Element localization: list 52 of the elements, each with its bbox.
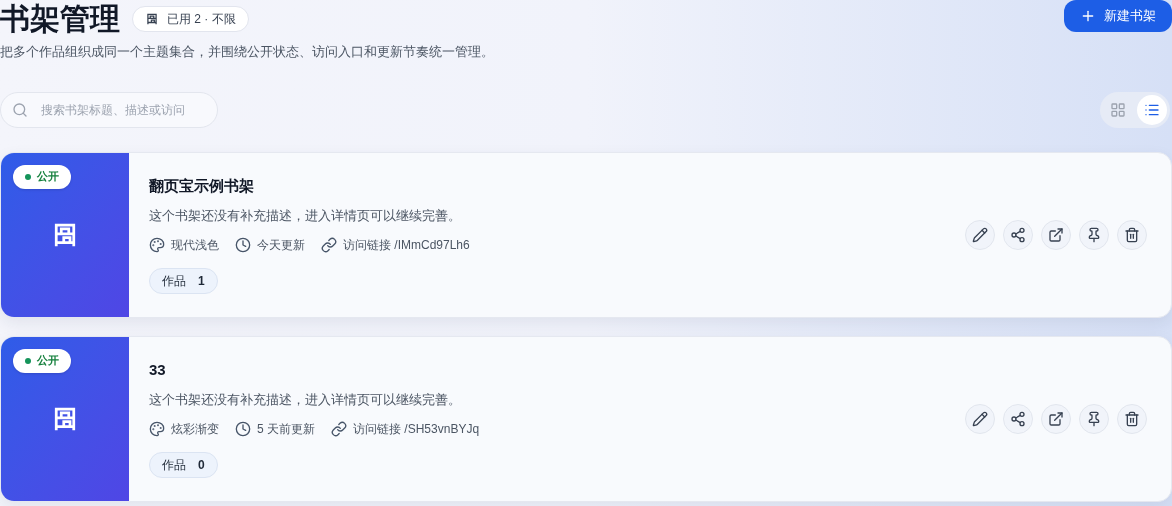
page-title: 书架管理: [0, 1, 120, 37]
shelf-description: 这个书架还没有补充描述，进入详情页可以继续完善。: [149, 208, 462, 226]
clock-icon: [235, 237, 251, 254]
updated-label: 5 天前更新: [257, 421, 315, 439]
updated-label: 今天更新: [257, 237, 305, 255]
pencil-icon: [972, 410, 988, 427]
edit-button[interactable]: [965, 403, 995, 434]
plus-icon: [1080, 8, 1096, 24]
search-field[interactable]: 搜索书架标题、描述或访问: [0, 91, 218, 128]
share-button[interactable]: [1003, 403, 1033, 434]
delete-button[interactable]: [1117, 219, 1147, 250]
status-badge: 公开: [13, 348, 71, 373]
shelf-title: 翻页宝示例书架: [149, 175, 255, 196]
shelf-description: 这个书架还没有补充描述，进入详情页可以继续完善。: [149, 392, 462, 410]
grid-icon: [1110, 101, 1126, 118]
share-icon: [1010, 226, 1026, 243]
external-link-icon: [1048, 226, 1064, 243]
trash-icon: [1124, 410, 1140, 427]
theme-label: 炫彩渐变: [171, 421, 219, 439]
share-icon: [1010, 410, 1026, 427]
pin-icon: [1086, 226, 1102, 243]
list-view-button[interactable]: [1137, 94, 1167, 125]
palette-icon: [149, 237, 165, 254]
pin-icon: [1086, 410, 1102, 427]
pin-button[interactable]: [1079, 403, 1109, 434]
external-link-icon: [1048, 410, 1064, 427]
theme-label: 现代浅色: [171, 237, 219, 255]
status-badge: 公开: [13, 164, 71, 189]
link-icon: [331, 421, 347, 438]
share-button[interactable]: [1003, 219, 1033, 250]
works-count-chip: 作品 1: [149, 268, 218, 295]
access-link[interactable]: 访问链接 /IMmCd97Lh6: [343, 236, 470, 255]
pencil-icon: [972, 226, 988, 243]
clock-icon: [235, 421, 251, 438]
open-link-button[interactable]: [1041, 403, 1071, 434]
trash-icon: [1124, 226, 1140, 243]
shelf-title: 33: [149, 359, 167, 380]
shelf-card[interactable]: 公开 翻页宝示例书架 这个书架还没有补充描述，进入详情页可以继续完善。 现代浅色 今天更新 访问链接 /IMmCd97Lh6 作品 1: [0, 151, 1172, 318]
edit-button[interactable]: [965, 219, 995, 250]
delete-button[interactable]: [1117, 403, 1147, 434]
palette-icon: [149, 421, 165, 438]
pin-button[interactable]: [1079, 219, 1109, 250]
open-link-button[interactable]: [1041, 219, 1071, 250]
works-count-chip: 作品 0: [149, 452, 218, 479]
shelf-icon: [145, 12, 159, 26]
shelf-card[interactable]: 公开 33 这个书架还没有补充描述，进入详情页可以继续完善。 炫彩渐变 5 天前更新 访问链接 /SH53vnBYJq 作品 0: [0, 335, 1172, 502]
new-shelf-button[interactable]: 新建书架: [1064, 0, 1172, 32]
search-icon: [12, 101, 28, 118]
page-subtitle: 把多个作品组织成同一个主题集合，并围绕公开状态、访问入口和更新节奏统一管理。: [0, 43, 494, 61]
link-icon: [321, 237, 337, 254]
usage-badge: 已用 2 · 不限: [132, 6, 249, 32]
access-link[interactable]: 访问链接 /SH53vnBYJq: [353, 420, 480, 439]
